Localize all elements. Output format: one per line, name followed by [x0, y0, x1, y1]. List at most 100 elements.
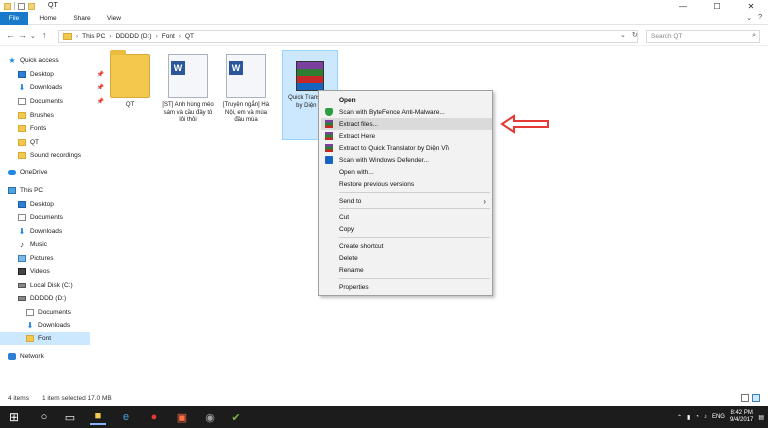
sidebar-item-local-disk-c[interactable]: Local Disk (C:) — [18, 279, 110, 292]
volume-icon[interactable]: ♪ — [704, 414, 707, 420]
menu-divider — [339, 208, 490, 209]
breadcrumb-separator: › — [76, 33, 79, 40]
notification-chevron-icon[interactable]: ⌃ — [677, 414, 682, 421]
document-icon — [18, 214, 26, 221]
battery-icon[interactable]: ▮ — [687, 414, 690, 421]
sidebar-item-d-downloads[interactable]: ⬇ Downloads — [26, 319, 92, 332]
file-item-word-2[interactable]: [Truyện ngắn] Hà Nội, em và mùa đầu mùa — [218, 50, 274, 140]
menu-item-restore-versions[interactable]: Restore previous versions — [321, 178, 492, 190]
tab-share[interactable]: Share — [68, 12, 96, 25]
sidebar-item-font[interactable]: Font — [0, 332, 90, 345]
sidebar-item-qt[interactable]: QT — [18, 136, 110, 149]
network-icon[interactable]: ◔ — [695, 414, 699, 420]
details-view-icon[interactable] — [741, 394, 749, 402]
sidebar-item-fonts[interactable]: Fonts — [18, 122, 110, 135]
breadcrumb-font[interactable]: Font — [162, 33, 175, 40]
address-box[interactable]: › This PC › DDDDD (D:) › Font › QT — [58, 30, 638, 43]
sidebar-item-onedrive[interactable]: OneDrive — [8, 166, 100, 179]
sidebar-item-documents[interactable]: Documents 📌 — [18, 95, 110, 108]
sidebar-item-this-pc[interactable]: This PC — [8, 184, 100, 197]
minimize-button[interactable]: — — [666, 0, 700, 12]
search-input[interactable]: Search QT ⌕ — [646, 30, 760, 43]
videos-icon — [18, 268, 26, 275]
sidebar-item-pictures[interactable]: Pictures — [18, 252, 110, 265]
download-icon: ⬇ — [18, 83, 26, 92]
menu-item-scan-bytefence[interactable]: Scan with ByteFence Anti-Malware... — [321, 106, 492, 118]
red-arrow-annotation — [500, 114, 549, 134]
address-dropdown-button[interactable]: ⌄ — [620, 31, 626, 39]
menu-item-delete[interactable]: Delete — [321, 252, 492, 264]
menu-item-extract-files[interactable]: Extract files... — [321, 118, 492, 130]
forward-button[interactable]: → — [18, 30, 27, 40]
sidebar-item-music[interactable]: ♪ Music — [18, 238, 110, 251]
expand-ribbon-icon[interactable]: ⌄ — [746, 14, 752, 22]
shield-icon — [325, 108, 333, 116]
onenote-icon[interactable]: ▣ — [174, 409, 190, 425]
menu-item-create-shortcut[interactable]: Create shortcut — [321, 240, 492, 252]
search-icon[interactable]: ⌕ — [752, 32, 756, 40]
folder-icon — [4, 2, 11, 10]
sidebar-item-network[interactable]: Network — [8, 350, 100, 363]
action-center-icon[interactable]: ▤ — [758, 414, 764, 421]
menu-item-properties[interactable]: Properties — [321, 281, 492, 293]
menu-divider — [339, 192, 490, 193]
recent-locations-button[interactable]: ⌄ — [30, 32, 36, 40]
menu-item-open-with[interactable]: Open with... — [321, 166, 492, 178]
sidebar-item-pc-desktop[interactable]: Desktop — [18, 198, 110, 211]
breadcrumb-qt[interactable]: QT — [185, 33, 194, 40]
edge-icon[interactable]: e — [118, 409, 134, 425]
new-folder-icon[interactable] — [28, 2, 35, 10]
up-button[interactable]: ↑ — [42, 30, 47, 40]
chrome-icon[interactable]: ● — [146, 409, 162, 425]
clock-date: 9/4/2017 — [729, 417, 754, 423]
checkmark-icon[interactable]: ✔ — [228, 409, 244, 425]
back-button[interactable]: ← — [6, 30, 15, 40]
folder-icon — [18, 152, 26, 159]
menu-item-send-to[interactable]: Send to › — [321, 195, 492, 207]
close-button[interactable]: ✕ — [734, 0, 768, 12]
sidebar-item-drive-d[interactable]: DDDDD (D:) — [18, 292, 110, 305]
large-icons-view-icon[interactable] — [752, 394, 760, 402]
tab-view[interactable]: View — [100, 12, 128, 25]
sidebar-item-downloads[interactable]: ⬇ Downloads 📌 — [18, 81, 110, 94]
taskbar: ⊞ ○ ▭ ■ e ● ▣ ◉ ✔ ⌃ ▮ ◔ ♪ ENG 8:42 PM 9/… — [0, 406, 768, 428]
sidebar-item-videos[interactable]: Videos — [18, 265, 110, 278]
search-icon[interactable]: ○ — [36, 409, 52, 425]
clock[interactable]: 8:42 PM 9/4/2017 — [730, 410, 753, 424]
sidebar-item-sound-recordings[interactable]: Sound recordings — [18, 149, 110, 162]
menu-item-scan-defender[interactable]: Scan with Windows Defender... — [321, 154, 492, 166]
maximize-button[interactable]: ☐ — [700, 0, 734, 12]
start-button[interactable]: ⊞ — [6, 409, 22, 425]
file-item-folder-qt[interactable]: QT — [102, 50, 158, 140]
sidebar-item-d-documents[interactable]: Documents — [26, 306, 92, 319]
menu-item-cut[interactable]: Cut — [321, 211, 492, 223]
sidebar-item-pc-downloads[interactable]: ⬇ Downloads — [18, 225, 110, 238]
task-view-icon[interactable]: ▭ — [62, 409, 78, 425]
sidebar-item-quick-access[interactable]: ★ Quick access — [8, 54, 100, 67]
folder-icon — [18, 112, 26, 119]
system-tray: ⌃ ▮ ◔ ♪ ENG 8:42 PM 9/4/2017 ▤ — [677, 410, 764, 424]
tab-home[interactable]: Home — [34, 12, 62, 25]
menu-item-extract-to[interactable]: Extract to Quick Translator by Diện Vĩ\ — [321, 142, 492, 154]
menu-item-open[interactable]: Open — [321, 94, 492, 106]
sidebar-item-pc-documents[interactable]: Documents — [18, 211, 110, 224]
breadcrumb-separator: › — [178, 33, 181, 40]
file-item-word-1[interactable]: [ST] Anh hùng méo sám và cầu đây tô lôi … — [160, 50, 216, 140]
menu-item-rename[interactable]: Rename — [321, 264, 492, 276]
sidebar-item-brushes[interactable]: Brushes — [18, 109, 110, 122]
breadcrumb-separator: › — [109, 33, 112, 40]
language-indicator[interactable]: ENG — [712, 414, 725, 420]
breadcrumb-drive-d[interactable]: DDDDD (D:) — [115, 33, 151, 40]
refresh-button[interactable]: ↻ — [632, 31, 638, 39]
menu-item-extract-here[interactable]: Extract Here — [321, 130, 492, 142]
explorer-icon[interactable]: ■ — [90, 409, 106, 425]
sidebar-item-desktop[interactable]: Desktop 📌 — [18, 68, 110, 81]
file-name: [ST] Anh hùng méo sám và cầu đây tô lôi … — [162, 102, 214, 123]
tab-file[interactable]: File — [0, 12, 28, 25]
menu-item-copy[interactable]: Copy — [321, 223, 492, 235]
properties-icon[interactable] — [18, 2, 25, 10]
help-icon[interactable]: ? — [758, 14, 762, 22]
computer-icon — [8, 187, 16, 194]
breadcrumb-this-pc[interactable]: This PC — [82, 33, 105, 40]
store-icon[interactable]: ◉ — [202, 409, 218, 425]
